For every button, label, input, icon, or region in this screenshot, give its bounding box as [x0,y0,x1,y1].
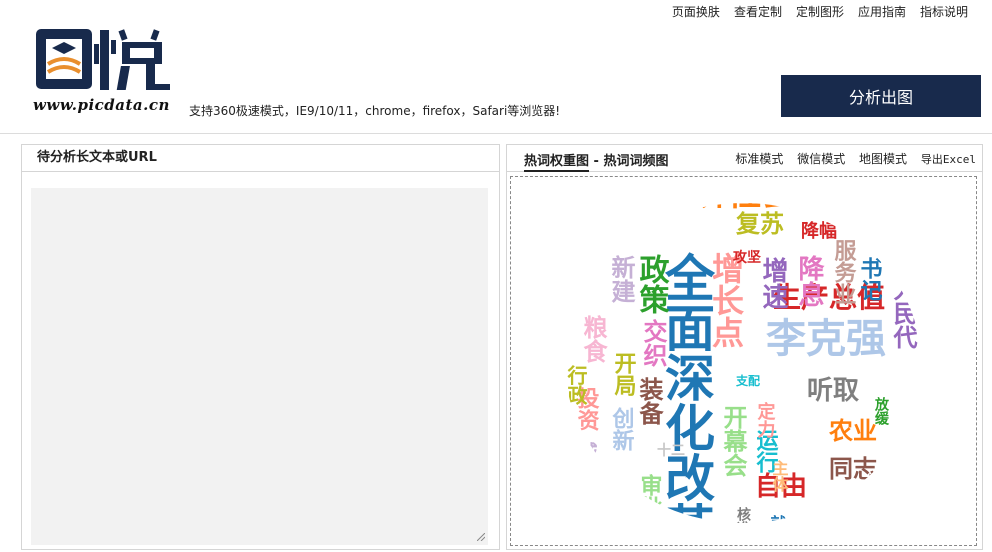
cloud-word: 核准 [735,506,751,536]
export-excel-link[interactable]: 导出Excel [921,153,976,166]
header-divider [0,133,992,134]
cloud-word: 粮食 [579,314,607,364]
cloud-word: 行政 [564,364,588,406]
cloud-word: 降幅 [801,220,837,242]
cloud-word: 审批 [637,473,663,518]
mode-standard[interactable]: 标准模式 [735,152,783,166]
tab-frequency-chart[interactable]: 热词词频图 [603,154,668,169]
nav-metrics-link[interactable]: 指标说明 [920,3,968,20]
cloud-word: 放缓 [873,396,890,426]
cloud-word: 就业 [768,514,787,545]
mode-map[interactable]: 地图模式 [859,152,907,166]
analyze-button[interactable]: 分析出图 [781,75,981,117]
mode-wechat[interactable]: 微信模式 [797,152,845,166]
cloud-word: 人民代 [889,277,918,349]
nav-skin-link[interactable]: 页面换肤 [672,3,720,20]
cloud-word: 十二 [657,442,685,459]
cloud-word: 支配 [735,373,760,388]
long-text-input[interactable] [31,188,488,545]
cloud-word: 书记 [857,257,883,301]
cloud-word: 创新 [609,407,636,451]
result-panel: 热词权重图 - 热词词频图 标准模式 微信模式 地图模式 导出Excel 全面深… [506,144,983,550]
cloud-word: 装备 [635,377,664,425]
nav-guide-link[interactable]: 应用指南 [858,3,906,20]
cloud-word: 交织 [639,318,667,368]
word-cloud-area: 全面深化改革 经济社会发展 李克强 生产总值 增长点 政策 增速 降息 服务业 复苏 降幅 听取 农业同… [510,176,977,546]
resize-grip-icon[interactable] [477,533,485,541]
nav-custom-chart-link[interactable]: 定制图形 [796,3,844,20]
cloud-word: 同志 [829,455,877,483]
top-nav: 页面换肤 查看定制 定制图形 应用指南 指标说明 [658,3,968,20]
input-panel-title: 待分析长文本或URL [22,145,499,172]
title-separator: - [589,154,604,169]
cloud-word: 城乡 [574,441,598,482]
browser-support-text: 支持360极速模式，IE9/10/11，chrome，firefox，Safar… [189,104,561,118]
cloud-word: 开局 [611,352,637,396]
cloud-word: 李克强 [766,316,886,362]
cloud-word: 服务业 [831,239,857,305]
tab-weight-chart[interactable]: 热词权重图 [524,154,590,172]
result-panel-header: 热词权重图 - 热词词频图 标准模式 微信模式 地图模式 导出Excel [507,145,982,172]
cloud-word: 增速 [758,256,788,309]
mode-switcher: 标准模式 微信模式 地图模式 导出Excel [725,150,976,167]
cloud-word: 主体 [770,459,789,493]
cloud-word: 开幕会 [719,405,748,478]
cloud-word: 政策 [634,254,670,314]
nav-custom-view-link[interactable]: 查看定制 [734,3,782,20]
input-panel: 待分析长文本或URL [21,144,500,550]
cloud-word: 新建 [607,254,635,304]
logo [36,29,170,90]
cloud-word: 定力 [755,401,776,439]
cloud-word: 攻坚 [733,249,761,266]
word-cloud: 全面深化改革经济社会发展李克强生产总值增长点政策 增速 降息 服务业复苏 降幅听取农业同… [564,177,918,545]
cloud-word: 增长点 [707,252,745,348]
cloud-word: 听取 [807,376,859,406]
logo-url: www.picdata.cn [33,96,170,114]
cloud-word: 降息 [794,255,824,307]
result-panel-title: 热词权重图 - 热词词频图 [524,150,668,172]
cloud-word: 复苏 [735,210,784,238]
logo-glyph-tu [36,29,92,89]
logo-glyph-yue [94,29,170,90]
cloud-word: 农业 [828,417,877,445]
cloud-word: 经济社会发展 [659,177,863,214]
